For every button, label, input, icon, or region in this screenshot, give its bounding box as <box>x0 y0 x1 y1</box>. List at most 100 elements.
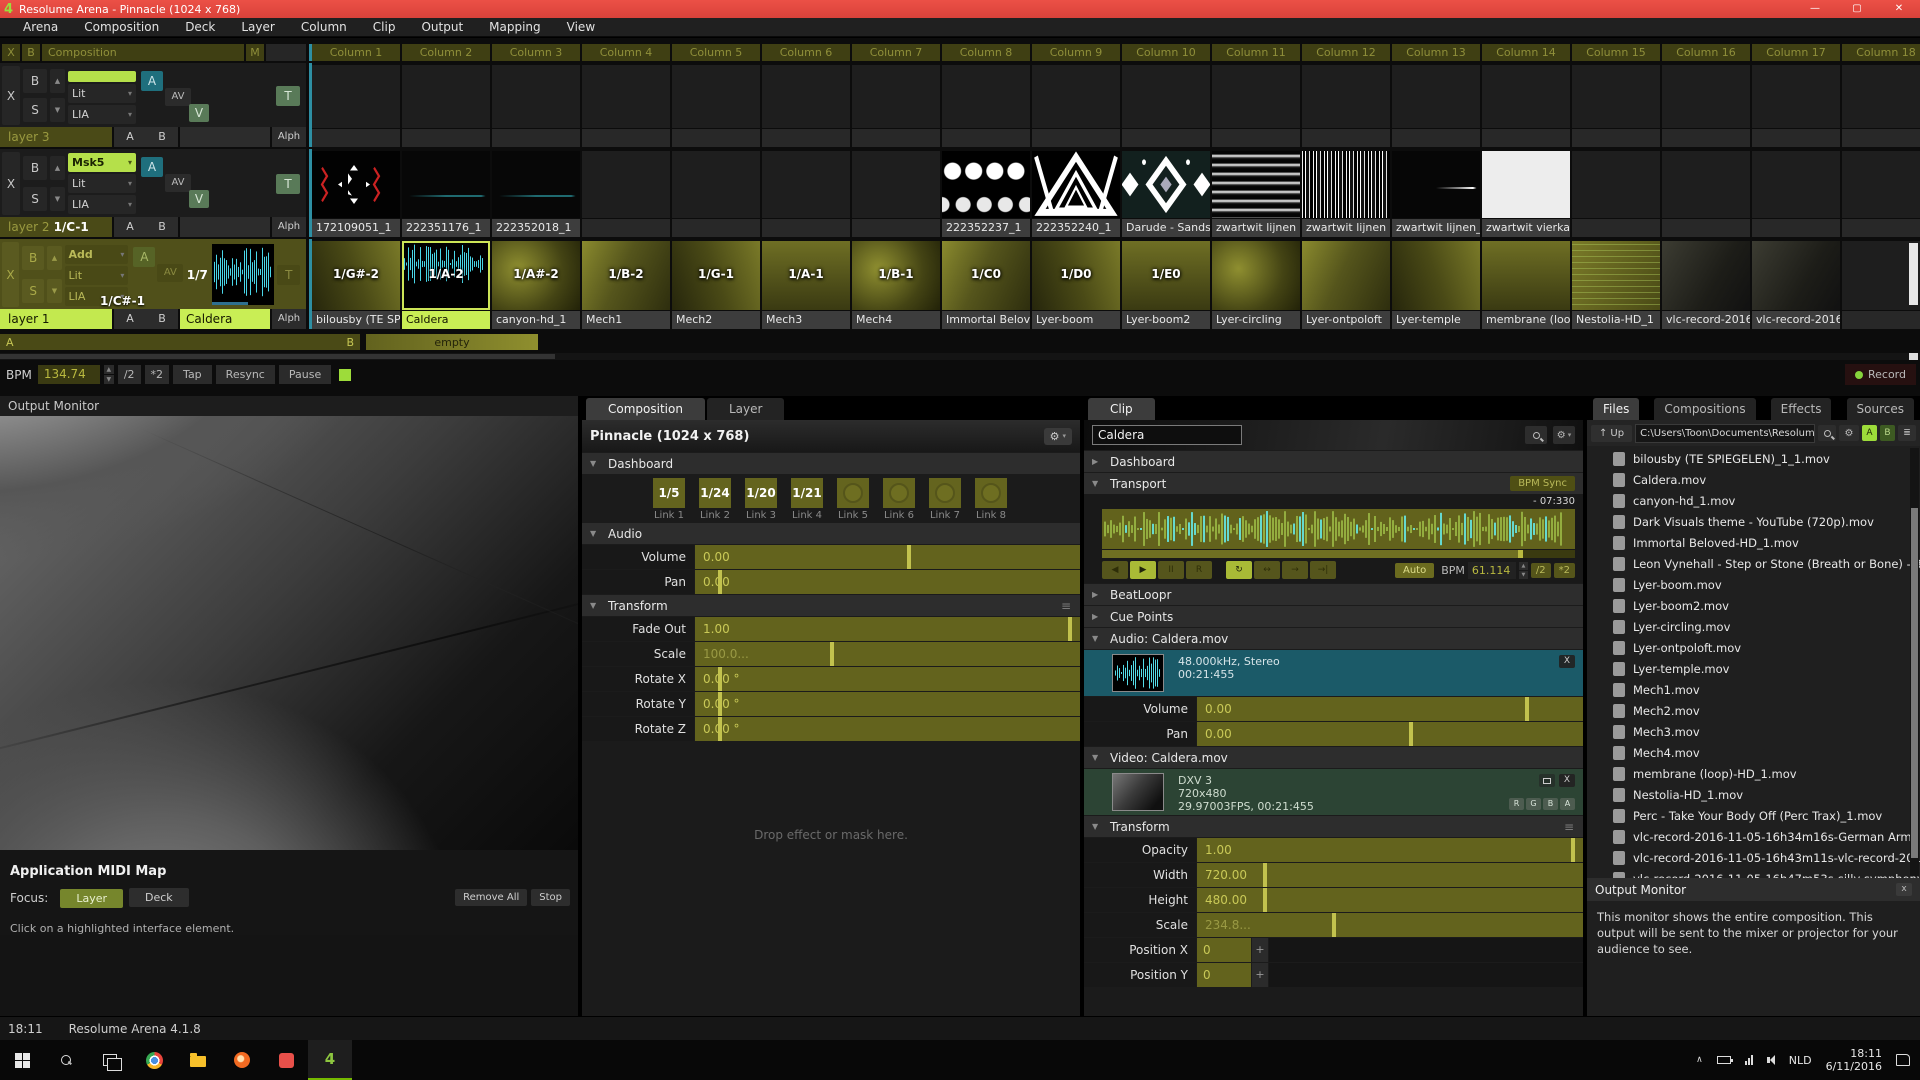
layer2-mode3-dropdown[interactable]: LIA▾ <box>68 195 136 214</box>
file-row[interactable]: Lyer-boom.mov <box>1587 574 1920 595</box>
drag-handle-icon[interactable]: ≡ <box>1061 599 1072 613</box>
section-output-monitor[interactable]: Output Monitor x <box>1587 878 1920 901</box>
clip-cell[interactable]: 1/D0Lyer-boom <box>1032 239 1120 329</box>
tab-clip[interactable]: Clip <box>1088 398 1155 420</box>
slider-handle[interactable] <box>718 570 722 594</box>
slider-handle[interactable] <box>1263 863 1267 887</box>
rotate-y-slider[interactable]: 0.00 ° <box>695 692 1080 716</box>
layer3-blend-dropdown[interactable]: ▾ <box>68 71 136 82</box>
empty-clip-cell[interactable] <box>762 149 850 237</box>
dashboard-link-button[interactable] <box>883 478 915 508</box>
layer2-name[interactable]: layer 21/C-1 <box>0 217 112 237</box>
layer3-down-button[interactable]: ▼ <box>50 98 65 122</box>
dashboard-link-8[interactable]: Link 8 <box>974 478 1008 522</box>
file-row[interactable]: Perc - Take Your Body Off (Perc Trax)_1.… <box>1587 805 1920 826</box>
clip-cell[interactable]: zwartwit lijnen h... <box>1212 149 1300 237</box>
file-row[interactable]: vlc-record-2016-11-05-16h43m11s-vlc-reco… <box>1587 847 1920 868</box>
tab-layer[interactable]: Layer <box>707 398 784 420</box>
clip-name-input[interactable]: Caldera <box>1092 425 1242 445</box>
taskbar-clock[interactable]: 18:116/11/2016 <box>1826 1047 1882 1073</box>
clip-cell[interactable]: Lyer-temple <box>1392 239 1480 329</box>
file-row[interactable]: vlc-record-2016-11-05-16h47m53s-silly sy… <box>1587 868 1920 878</box>
height-slider[interactable]: 480.00 <box>1197 888 1583 912</box>
close-button[interactable]: ✕ <box>1878 0 1920 18</box>
empty-clip-cell[interactable] <box>1392 63 1480 147</box>
empty-clip-cell[interactable] <box>402 63 490 147</box>
menu-view[interactable]: View <box>554 20 608 34</box>
file-row[interactable]: Mech3.mov <box>1587 721 1920 742</box>
layer2-alpha-button[interactable]: Alph <box>272 217 306 237</box>
clip-cell[interactable]: 1/B-1Mech4 <box>852 239 940 329</box>
section-beatloopr[interactable]: ▶BeatLoopr <box>1084 584 1583 605</box>
layer2-ab-buttons[interactable]: AB <box>114 217 178 237</box>
transport-play-button[interactable]: ▶ <box>1130 561 1156 579</box>
slider-handle[interactable] <box>1332 913 1336 937</box>
clip-bpm-half-button[interactable]: /2 <box>1531 563 1551 578</box>
menu-clip[interactable]: Clip <box>360 20 409 34</box>
start-button[interactable] <box>0 1040 44 1080</box>
view-mode-icon[interactable]: ≣ <box>1898 425 1916 441</box>
file-row[interactable]: Mech1.mov <box>1587 679 1920 700</box>
media-app-icon[interactable] <box>220 1040 264 1080</box>
up-button[interactable]: ↑ Up <box>1591 425 1632 442</box>
layer3-av-button[interactable]: AV <box>165 88 191 106</box>
file-row[interactable]: vlc-record-2016-11-05-16h34m16s-German A… <box>1587 826 1920 847</box>
layer1-name[interactable]: layer 1 <box>0 309 112 329</box>
menu-composition[interactable]: Composition <box>71 20 172 34</box>
crossfader[interactable]: AB <box>0 334 360 350</box>
composition-master-button[interactable]: M <box>246 44 264 61</box>
dashboard-link-button[interactable]: 1/5 <box>653 478 685 508</box>
empty-clip-cell[interactable] <box>1482 63 1570 147</box>
empty-clip-cell[interactable] <box>1122 63 1210 147</box>
file-row[interactable]: Leon Vynehall - Step or Stone (Breath or… <box>1587 553 1920 574</box>
chrome-icon[interactable] <box>132 1040 176 1080</box>
file-row[interactable]: bilousby (TE SPIEGELEN)_1_1.mov <box>1587 448 1920 469</box>
tray-chevron-icon[interactable]: ∧ <box>1696 1055 1703 1065</box>
layer3-x-button[interactable]: X <box>2 66 20 125</box>
channel-g-button[interactable]: G <box>1526 798 1541 810</box>
menu-layer[interactable]: Layer <box>228 20 287 34</box>
gear-icon[interactable]: ⚙ <box>1839 425 1859 441</box>
pan-slider[interactable]: 0.00 <box>695 570 1080 594</box>
clip-cell[interactable]: Darude - Sandst... <box>1122 149 1210 237</box>
grid-horizontal-scrollbar[interactable] <box>0 353 1920 360</box>
empty-clip-cell[interactable] <box>582 63 670 147</box>
dashboard-link-button[interactable]: 1/20 <box>745 478 777 508</box>
section-clip-audio[interactable]: ▼Audio: Caldera.mov <box>1084 628 1583 649</box>
transport-pause-button[interactable]: II <box>1158 561 1184 579</box>
file-row[interactable]: Nestolia-HD_1.mov <box>1587 784 1920 805</box>
playmode-once-button[interactable]: → <box>1282 561 1308 579</box>
clip-bpm-double-button[interactable]: *2 <box>1554 563 1575 578</box>
composition-bypass-button[interactable]: B <box>22 44 40 61</box>
dashboard-link-button[interactable] <box>975 478 1007 508</box>
clip-cell[interactable]: 222352237_1 <box>942 149 1030 237</box>
remove-all-button[interactable]: Remove All <box>455 889 527 906</box>
clip-bpm-spinner[interactable]: ▲▼ <box>1519 562 1528 579</box>
clip-cell[interactable]: vlc-record-2016-... <box>1662 239 1750 329</box>
increment-button[interactable]: + <box>1252 963 1268 987</box>
empty-clip-cell[interactable] <box>582 149 670 237</box>
slider-handle[interactable] <box>718 667 722 691</box>
column-header[interactable]: Column 9 <box>1032 44 1120 61</box>
composition-label[interactable]: Composition <box>42 44 244 61</box>
scale-slider[interactable]: 234.8... <box>1197 913 1583 937</box>
grid-vertical-scrollbar[interactable] <box>1909 243 1918 305</box>
empty-clip-cell[interactable] <box>1842 149 1920 237</box>
clip-cell[interactable]: 222351176_1 <box>402 149 490 237</box>
layer2-audio-button[interactable]: A <box>141 157 163 177</box>
transport-back-button[interactable]: ◀ <box>1102 561 1128 579</box>
clip-cell[interactable]: 222352240_1 <box>1032 149 1120 237</box>
menu-deck[interactable]: Deck <box>172 20 228 34</box>
empty-clip-cell[interactable] <box>1212 63 1300 147</box>
dashboard-link-button[interactable] <box>929 478 961 508</box>
section-transform[interactable]: ▼Transform ≡ <box>582 595 1080 616</box>
position-y-value[interactable]: 0 <box>1197 963 1251 987</box>
empty-clip-cell[interactable] <box>1032 63 1120 147</box>
file-row[interactable]: Lyer-temple.mov <box>1587 658 1920 679</box>
column-header[interactable]: Column 1 <box>312 44 400 61</box>
section-clip-dashboard[interactable]: ▶Dashboard <box>1084 451 1583 472</box>
section-clip-transform[interactable]: ▼Transform ≡ <box>1084 816 1583 837</box>
gear-icon[interactable]: ⚙▾ <box>1553 426 1575 444</box>
file-row[interactable]: canyon-hd_1.mov <box>1587 490 1920 511</box>
resync-button[interactable]: Resync <box>216 365 275 384</box>
